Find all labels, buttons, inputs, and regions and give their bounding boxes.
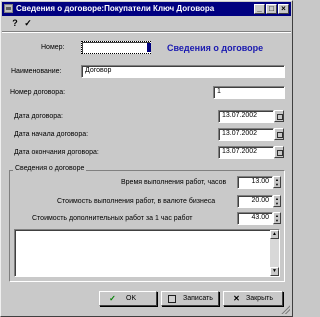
- save-button[interactable]: Записать: [161, 291, 219, 306]
- group-title: Сведения о договоре: [13, 165, 87, 172]
- hours-field[interactable]: 13.00: [237, 176, 273, 189]
- contract-number-field[interactable]: 1: [213, 86, 285, 99]
- number-label: Номер:: [41, 44, 65, 51]
- minimize-button[interactable]: _: [254, 4, 265, 14]
- extra-cost-label: Стоимость дополнительных работ за 1 час …: [32, 215, 193, 222]
- checkmark-icon: ✓: [109, 294, 116, 303]
- cost-spin-button[interactable]: ▲ ▼: [273, 195, 281, 207]
- close-button-label: Закрыть: [246, 295, 273, 302]
- extra-cost-spin-button[interactable]: ▲ ▼: [273, 212, 281, 224]
- ok-button[interactable]: ✓ OK: [99, 291, 157, 306]
- notes-scrollbar[interactable]: ▲ ▼: [270, 230, 279, 276]
- contract-date-label: Дата договора:: [14, 113, 63, 120]
- scroll-up-icon[interactable]: ▲: [270, 230, 279, 239]
- contract-number-label: Номер договора:: [10, 89, 66, 96]
- end-date-field[interactable]: 13.07.2002: [218, 146, 274, 159]
- close-button[interactable]: ✕ Закрыть: [223, 291, 283, 306]
- cost-field[interactable]: 20.00: [237, 195, 273, 208]
- resize-grip-icon[interactable]: [281, 305, 290, 314]
- number-field-cursor: [147, 43, 151, 52]
- hours-label: Время выполнения работ, часов: [121, 179, 227, 186]
- contract-details-window: Сведения о договоре:Покупатели Ключ Дого…: [0, 0, 293, 317]
- cost-label: Стоимость выполнения работ, в валюте биз…: [57, 198, 216, 205]
- notes-textarea[interactable]: ▲ ▼: [14, 229, 280, 277]
- close-window-button[interactable]: ×: [278, 4, 289, 14]
- app-icon: [4, 4, 13, 13]
- window-title: Сведения о договоре:Покупатели Ключ Дого…: [16, 4, 215, 13]
- hours-spin-button[interactable]: ▲ ▼: [273, 176, 281, 188]
- start-date-field[interactable]: 13.07.2002: [218, 128, 274, 141]
- check-icon[interactable]: ✓: [23, 18, 33, 28]
- toolbar-separator: [2, 31, 291, 33]
- save-button-label: Записать: [183, 295, 213, 302]
- help-icon[interactable]: ?: [10, 18, 20, 28]
- calendar-icon[interactable]: [274, 146, 284, 158]
- calendar-icon[interactable]: [274, 128, 284, 140]
- contract-date-field[interactable]: 13.07.2002: [218, 110, 274, 123]
- name-label: Наименование:: [11, 68, 62, 75]
- maximize-button[interactable]: □: [266, 4, 277, 14]
- start-date-label: Дата начала договора:: [14, 131, 89, 138]
- close-x-icon: ✕: [233, 294, 240, 303]
- name-field[interactable]: Договор: [81, 65, 285, 78]
- extra-cost-field[interactable]: 43.00: [237, 212, 273, 225]
- form-heading: Сведения о договоре: [167, 43, 264, 53]
- title-bar[interactable]: Сведения о договоре:Покупатели Ключ Дого…: [2, 2, 291, 16]
- number-field[interactable]: [81, 41, 151, 54]
- end-date-label: Дата окончания договора:: [14, 149, 99, 156]
- ok-button-label: OK: [126, 295, 137, 302]
- scroll-down-icon[interactable]: ▼: [270, 267, 279, 276]
- floppy-disk-icon: [168, 295, 176, 303]
- calendar-icon[interactable]: [274, 110, 284, 122]
